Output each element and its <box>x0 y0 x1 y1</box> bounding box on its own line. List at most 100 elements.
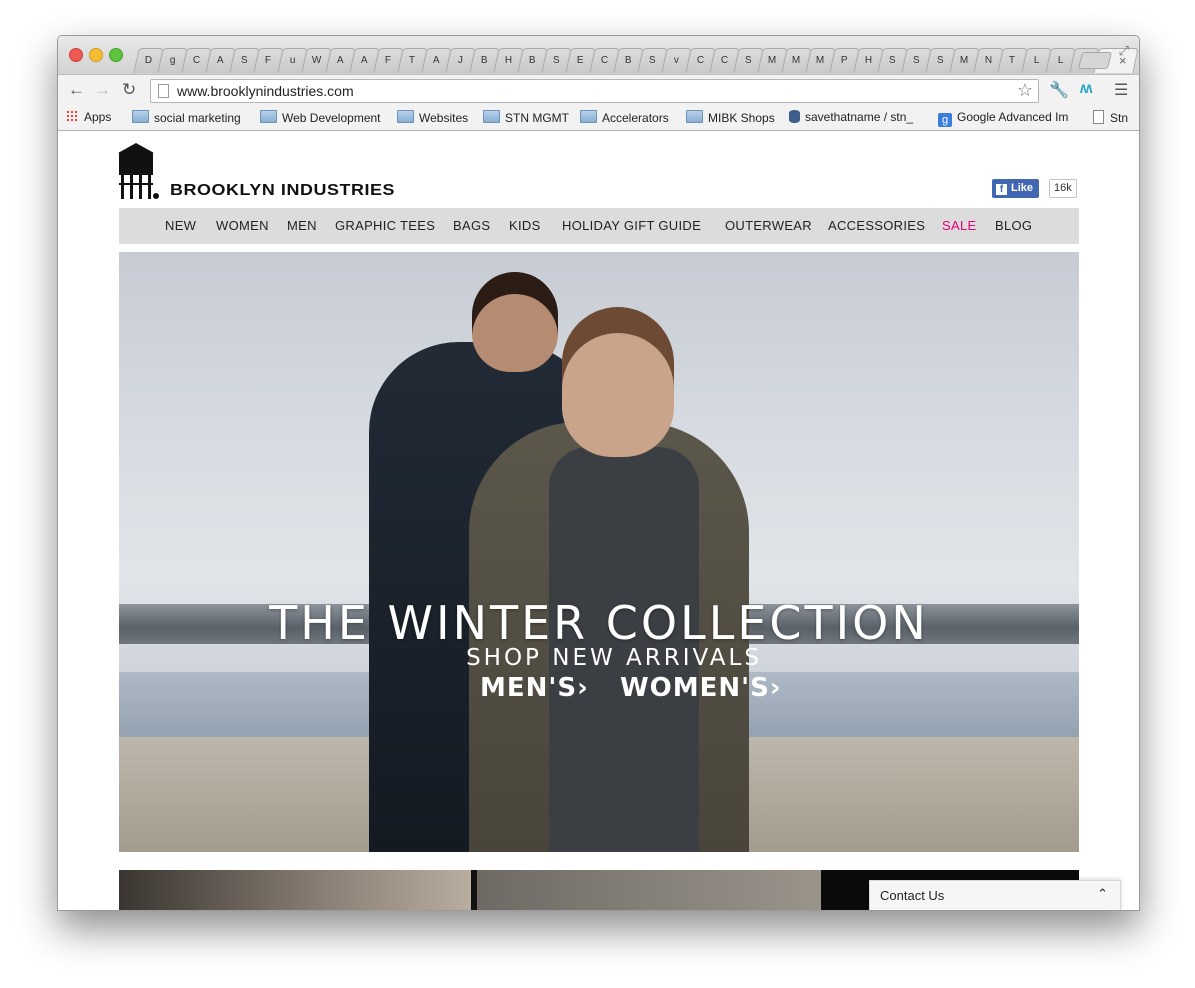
facebook-like-button[interactable]: f Like <box>992 179 1040 198</box>
brand-wordmark[interactable]: BROOKLYN INDUSTRIES <box>170 182 395 200</box>
tab-label: g <box>169 55 176 66</box>
nav-item-graphic-tees[interactable]: GRAPHIC TEES <box>335 218 435 233</box>
tab-label: W <box>311 55 322 66</box>
tab-label: D <box>144 55 153 66</box>
nav-item-bags[interactable]: BAGS <box>453 218 490 233</box>
tab-label: T <box>1009 55 1016 66</box>
hero-model-woman-head <box>562 307 674 457</box>
nav-item-blog[interactable]: BLOG <box>995 218 1032 233</box>
tab-label: F <box>265 55 272 66</box>
bookmark-mibk-shops[interactable]: MIBK Shops <box>686 110 775 125</box>
menu-icon[interactable]: ☰ <box>1114 80 1128 100</box>
back-arrow-icon[interactable]: ← <box>68 80 85 100</box>
tab-label: L <box>1057 55 1064 66</box>
tab-label: B <box>529 55 536 66</box>
tab-label: E <box>577 55 584 66</box>
close-window-button[interactable] <box>69 48 83 62</box>
chevron-up-icon[interactable]: ⌃ <box>1097 886 1108 902</box>
facebook-icon: f <box>996 184 1007 195</box>
bookmark-social-marketing[interactable]: social marketing <box>132 110 241 125</box>
bookmark-apps[interactable]: Apps <box>66 110 111 124</box>
bookmark-label: Google Advanced Im <box>957 110 1069 124</box>
folder-icon <box>260 110 277 123</box>
contact-us-label: Contact Us <box>880 888 945 903</box>
tab-label: M <box>960 55 969 66</box>
tab-label: S <box>241 55 248 66</box>
facebook-like-label: Like <box>1011 182 1034 194</box>
nav-item-holiday-gift-guide[interactable]: HOLIDAY GIFT GUIDE <box>562 218 701 233</box>
bookmark-label: Accelerators <box>602 111 669 125</box>
shop-mens-link[interactable]: MEN'S› <box>480 673 589 703</box>
tab-label: S <box>649 55 656 66</box>
browser-toolbar: ← → ↻ www.brooklynindustries.com ☆ 🔧 ʍ ☰ <box>58 74 1139 107</box>
hero-model-man-head <box>472 272 558 372</box>
tab-label: u <box>289 55 296 66</box>
bookmarks-bar: Apps social marketing Web Development We… <box>58 106 1139 131</box>
promo-tile[interactable] <box>119 870 471 910</box>
nav-item-women[interactable]: WOMEN <box>216 218 269 233</box>
tab-label: A <box>433 55 440 66</box>
tab-label: B <box>481 55 488 66</box>
water-tower-logo-icon[interactable] <box>118 143 160 201</box>
tab-label: M <box>768 55 777 66</box>
tab-label: P <box>841 55 848 66</box>
tab-label: C <box>720 55 729 66</box>
document-icon <box>1093 110 1104 124</box>
bookmark-label: Websites <box>419 111 469 125</box>
bookmark-label: Web Development <box>282 111 381 125</box>
url-text[interactable]: www.brooklynindustries.com <box>177 83 354 99</box>
bookmark-stn-mgmt[interactable]: STN MGMT <box>483 110 569 125</box>
tab-label: v <box>673 55 679 66</box>
wrench-icon[interactable]: 🔧 <box>1049 80 1069 100</box>
folder-icon <box>686 110 703 123</box>
contact-us-widget[interactable]: Contact Us ⌃ <box>869 880 1121 910</box>
hero-banner[interactable]: THE WINTER COLLECTION SHOP NEW ARRIVALS … <box>119 252 1079 852</box>
tab-label: M <box>816 55 825 66</box>
nav-item-new[interactable]: NEW <box>165 218 196 233</box>
minimize-window-button[interactable] <box>89 48 103 62</box>
folder-icon <box>397 110 414 123</box>
bookmark-label: MIBK Shops <box>708 111 775 125</box>
forward-arrow-icon[interactable]: → <box>94 80 111 100</box>
hero-title: THE WINTER COLLECTION <box>269 596 929 650</box>
bookmark-accelerators[interactable]: Accelerators <box>580 110 669 125</box>
bookmark-google-advanced[interactable]: g Google Advanced Im <box>938 110 1068 127</box>
tab-label: S <box>913 55 920 66</box>
facebook-like-count: 16k <box>1049 179 1077 198</box>
tab-label: S <box>889 55 896 66</box>
page-icon <box>158 84 169 98</box>
bookmark-web-development[interactable]: Web Development <box>260 110 381 125</box>
apps-grid-icon <box>66 110 78 122</box>
bookmark-savethatname[interactable]: savethatname / stn_ <box>789 110 913 124</box>
nav-item-outerwear[interactable]: OUTERWEAR <box>725 218 812 233</box>
tab-label: F <box>385 55 392 66</box>
bookmark-websites[interactable]: Websites <box>397 110 468 125</box>
reload-icon[interactable]: ↻ <box>122 80 136 100</box>
nav-item-accessories[interactable]: ACCESSORIES <box>828 218 925 233</box>
zoom-window-button[interactable] <box>109 48 123 62</box>
nav-item-sale[interactable]: SALE <box>942 218 976 233</box>
folder-icon <box>580 110 597 123</box>
shop-womens-link[interactable]: WOMEN'S› <box>620 673 782 703</box>
tab-label: A <box>337 55 344 66</box>
tab-label: A <box>217 55 224 66</box>
nav-item-men[interactable]: MEN <box>287 218 317 233</box>
nav-item-kids[interactable]: KIDS <box>509 218 541 233</box>
bookmark-stn[interactable]: Stn <box>1093 110 1128 125</box>
bookmark-star-icon[interactable]: ☆ <box>1017 80 1033 101</box>
bookmark-label: Apps <box>84 110 112 124</box>
database-icon <box>789 110 800 123</box>
fullscreen-icon[interactable]: ⤢ <box>1119 43 1129 59</box>
page-content: BROOKLYN INDUSTRIES f Like 16k NEW WOMEN … <box>58 131 1139 910</box>
extension-icon[interactable]: ʍ <box>1080 80 1092 98</box>
main-navigation: NEW WOMEN MEN GRAPHIC TEES BAGS KIDS HOL… <box>119 208 1079 244</box>
tab-strip: DgCASFuWAAFTAJBHBSECBSvCCSMMMPHSSSMNTLLF… <box>58 36 1139 74</box>
new-tab-button[interactable] <box>1077 52 1113 69</box>
address-bar[interactable]: www.brooklynindustries.com ☆ <box>150 79 1039 103</box>
tab-label: C <box>696 55 705 66</box>
hero-subtitle: SHOP NEW ARRIVALS <box>466 645 762 671</box>
tab-label: S <box>745 55 752 66</box>
promo-tile[interactable] <box>477 870 821 910</box>
tab-label: N <box>984 55 993 66</box>
browser-window: DgCASFuWAAFTAJBHBSECBSvCCSMMMPHSSSMNTLLF… <box>57 35 1140 911</box>
